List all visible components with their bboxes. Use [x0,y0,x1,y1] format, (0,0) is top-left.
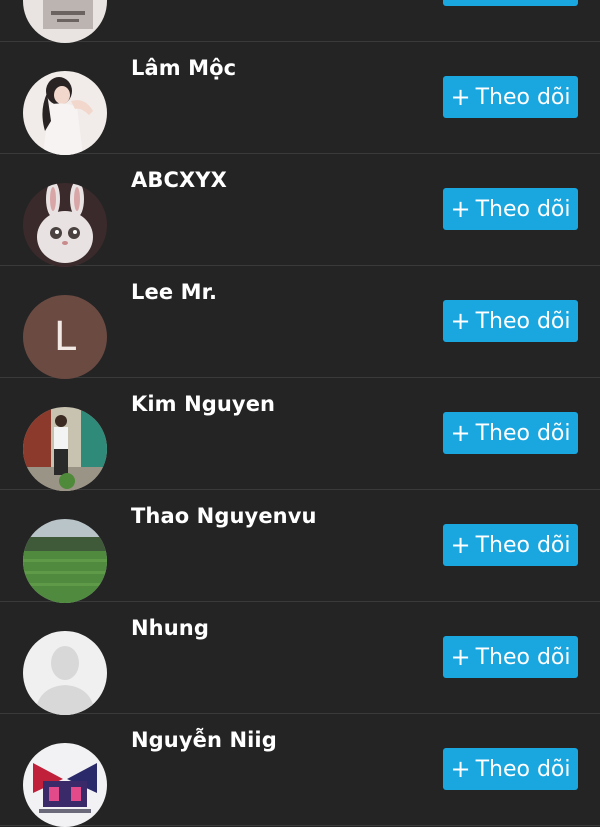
follow-button-label: Theo dõi [475,532,571,558]
follow-button-label: Theo dõi [475,420,571,446]
user-avatar[interactable] [23,743,107,827]
follow-button[interactable]: + Theo dõi [443,76,578,118]
plus-icon: + [450,531,471,559]
follow-button-label: Theo dõi [475,644,571,670]
follow-button[interactable]: + Theo dõi [443,524,578,566]
plus-icon: + [450,419,471,447]
user-name[interactable]: Nguyễn Niig [131,728,277,752]
user-name[interactable]: Nhung [131,616,209,640]
user-row[interactable]: Lâm Mộc + Theo dõi [0,42,600,155]
avatar-initial: L [53,314,77,360]
user-row[interactable]: Nguyễn Niig + Theo dõi [0,714,600,827]
follow-button-label: Theo dõi [475,756,571,782]
plus-icon: + [450,195,471,223]
follow-button[interactable]: + Theo dõi [443,188,578,230]
user-avatar[interactable] [23,407,107,491]
user-row[interactable]: + Theo dõi [0,0,600,43]
user-name[interactable]: Lee Mr. [131,280,217,304]
user-avatar[interactable] [23,71,107,155]
plus-icon: + [450,307,471,335]
user-row[interactable]: ABCXYX + Theo dõi [0,154,600,267]
follow-button[interactable]: + Theo dõi [443,636,578,678]
follow-button[interactable]: + Theo dõi [443,0,578,6]
user-row[interactable]: Thao Nguyenvu + Theo dõi [0,490,600,603]
plus-icon: + [450,643,471,671]
user-row[interactable]: Nhung + Theo dõi [0,602,600,715]
plus-icon: + [450,755,471,783]
user-name[interactable]: Kim Nguyen [131,392,275,416]
user-name[interactable]: ABCXYX [131,168,227,192]
user-row[interactable]: Kim Nguyen + Theo dõi [0,378,600,491]
default-user-silhouette-icon [23,631,107,715]
user-avatar[interactable]: L [23,295,107,379]
user-avatar[interactable] [23,631,107,715]
follow-button[interactable]: + Theo dõi [443,300,578,342]
user-name[interactable]: Lâm Mộc [131,56,236,80]
user-name[interactable]: Thao Nguyenvu [131,504,317,528]
follow-suggestion-list: + Theo dõi Lâm Mộc + Theo dõi [0,0,600,827]
user-avatar[interactable] [23,519,107,603]
follow-button-label: Theo dõi [475,84,571,110]
follow-button[interactable]: + Theo dõi [443,748,578,790]
user-avatar[interactable] [23,183,107,267]
plus-icon: + [450,83,471,111]
user-avatar[interactable] [23,0,107,43]
follow-button-label: Theo dõi [475,196,571,222]
follow-button[interactable]: + Theo dõi [443,412,578,454]
follow-button-label: Theo dõi [475,308,571,334]
user-row[interactable]: L Lee Mr. + Theo dõi [0,266,600,379]
